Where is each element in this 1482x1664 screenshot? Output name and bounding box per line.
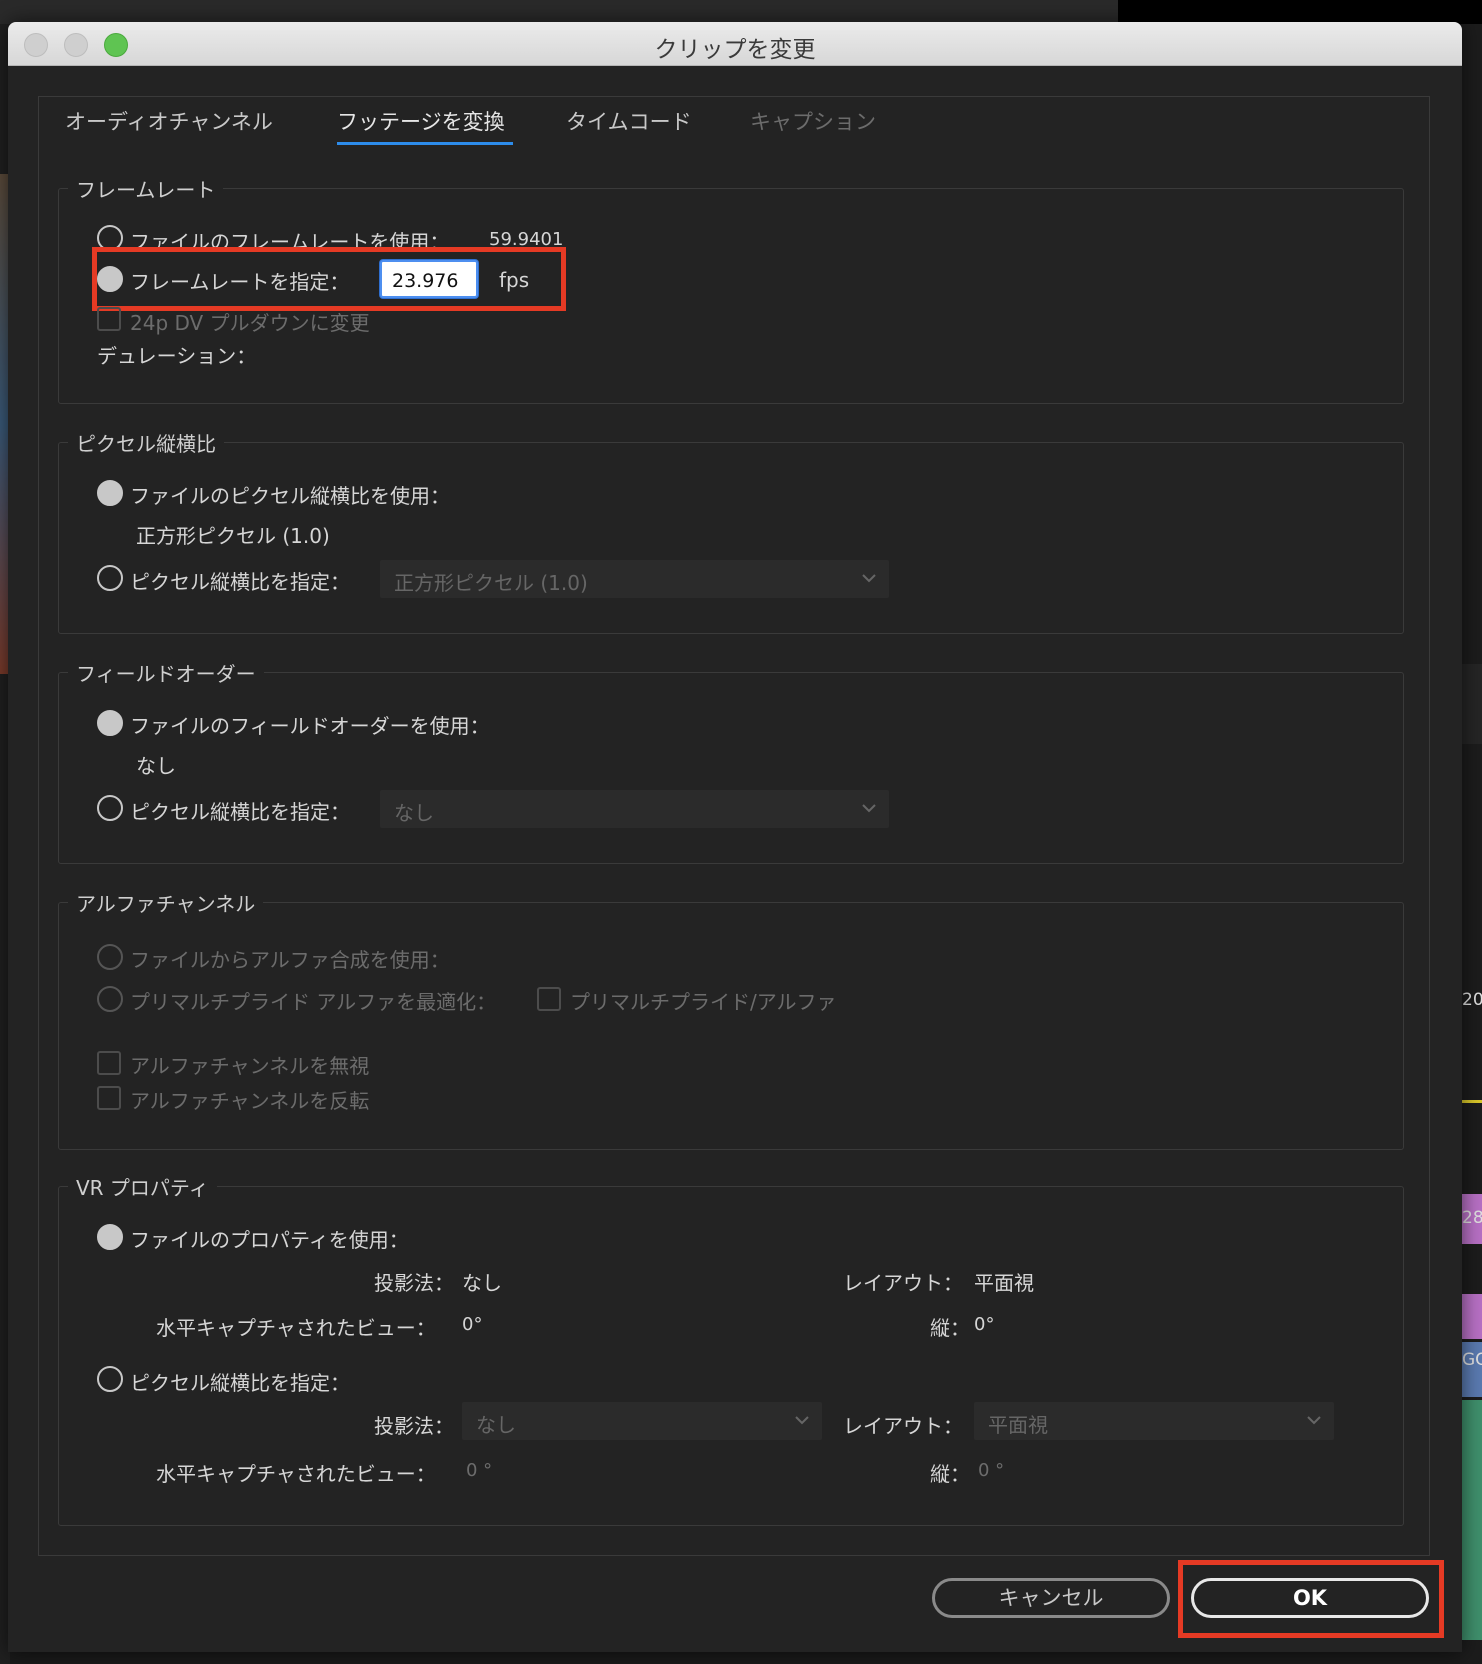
conform-layout-label: レイアウト： xyxy=(843,1414,963,1438)
pixel-aspect-select-value: 正方形ピクセル (1.0) xyxy=(394,571,588,595)
invert-alpha-label: アルファチャンネルを反転 xyxy=(130,1089,370,1113)
use-file-field-order-label: ファイルのフィールドオーダーを使用： xyxy=(130,714,490,738)
field-order-select-value: なし xyxy=(394,801,434,825)
vr-properties-title: VR プロパティ xyxy=(68,1172,217,1201)
use-file-alpha-label: ファイルからアルファ合成を使用： xyxy=(130,948,450,972)
tab-interpret-footage[interactable]: フッテージを変換 xyxy=(337,106,505,136)
field-order-select[interactable]: なし xyxy=(380,790,889,828)
field-order-group xyxy=(58,672,1404,864)
horizontal-view-label: 水平キャプチャされたビュー： xyxy=(156,1316,436,1340)
cancel-button[interactable]: キャンセル xyxy=(932,1578,1170,1618)
conform-horizontal-view-label: 水平キャプチャされたビュー： xyxy=(156,1462,436,1486)
use-file-vr-label: ファイルのプロパティを使用： xyxy=(130,1228,409,1252)
background-preview-area xyxy=(1118,0,1482,24)
background-clip-label: 28 xyxy=(1462,1208,1482,1228)
premultiplied-alpha-checkbox[interactable] xyxy=(537,987,561,1011)
background-work-area-bar xyxy=(1460,1100,1482,1103)
use-file-alpha-radio[interactable] xyxy=(97,944,123,970)
premultiplied-alpha-label: プリマルチプライド アルファを最適化： xyxy=(130,990,497,1014)
projection-select[interactable]: なし xyxy=(462,1402,822,1440)
projection-value: なし xyxy=(462,1271,502,1295)
chevron-down-icon xyxy=(862,804,876,813)
projection-select-value: なし xyxy=(476,1413,516,1437)
background-clip xyxy=(1462,1294,1482,1339)
layout-label: レイアウト： xyxy=(843,1271,963,1295)
ok-highlight xyxy=(1178,1560,1444,1638)
pixel-aspect-select[interactable]: 正方形ピクセル (1.0) xyxy=(380,560,889,598)
conform-vertical-view-label: 縦： xyxy=(930,1462,970,1486)
background-clip-label: GO xyxy=(1462,1350,1482,1370)
vertical-view-label: 縦： xyxy=(930,1316,970,1340)
conform-vertical-view-value[interactable]: 0 ° xyxy=(978,1460,1004,1481)
file-field-order-value: なし xyxy=(136,754,176,778)
dialog-title: クリップを変更 xyxy=(654,37,816,63)
layout-select[interactable]: 平面視 xyxy=(974,1402,1334,1440)
conform-field-order-label: ピクセル縦横比を指定： xyxy=(130,800,350,824)
field-order-title: フィールドオーダー xyxy=(68,658,264,687)
use-file-pixel-aspect-radio[interactable] xyxy=(97,480,123,506)
projection-label: 投影法： xyxy=(374,1271,454,1295)
ignore-alpha-label: アルファチャンネルを無視 xyxy=(130,1054,370,1078)
conform-field-order-radio[interactable] xyxy=(97,795,123,821)
conform-vr-radio[interactable] xyxy=(97,1366,123,1392)
tab-audio-channels[interactable]: オーディオチャンネル xyxy=(65,106,273,136)
use-file-pixel-aspect-label: ファイルのピクセル縦横比を使用： xyxy=(130,484,450,508)
background-timeline-edge: 20 28 GO xyxy=(1460,24,1482,1664)
vertical-view-value: 0° xyxy=(974,1314,995,1335)
ignore-alpha-checkbox[interactable] xyxy=(97,1051,121,1075)
conform-pixel-aspect-label: ピクセル縦横比を指定： xyxy=(130,570,350,594)
title-bar[interactable]: クリップを変更 xyxy=(8,22,1462,66)
layout-value: 平面視 xyxy=(974,1271,1034,1295)
active-tab-indicator xyxy=(337,142,513,145)
premultiplied-alpha-check-label: プリマルチプライド/アルファ xyxy=(570,990,837,1014)
pulldown-checkbox[interactable] xyxy=(97,307,121,331)
premultiplied-alpha-radio[interactable] xyxy=(97,986,123,1012)
pixel-aspect-title: ピクセル縦横比 xyxy=(68,428,224,457)
tab-captions[interactable]: キャプション xyxy=(750,106,876,136)
frame-rate-title: フレームレート xyxy=(68,174,224,203)
use-file-field-order-radio[interactable] xyxy=(97,710,123,736)
conform-vr-label: ピクセル縦横比を指定： xyxy=(130,1371,350,1395)
chevron-down-icon xyxy=(862,574,876,583)
background-audio-clip xyxy=(1462,1400,1482,1640)
horizontal-view-value: 0° xyxy=(462,1314,483,1335)
layout-select-value: 平面視 xyxy=(988,1413,1048,1437)
tab-timecode[interactable]: タイムコード xyxy=(566,106,692,136)
invert-alpha-checkbox[interactable] xyxy=(97,1086,121,1110)
background-panel xyxy=(1460,664,1482,744)
background-app-topbar xyxy=(0,0,1482,24)
alpha-channel-title: アルファチャンネル xyxy=(68,888,264,917)
conform-horizontal-view-value[interactable]: 0 ° xyxy=(466,1460,492,1481)
duration-label: デュレーション： xyxy=(97,344,257,368)
file-pixel-aspect-value: 正方形ピクセル (1.0) xyxy=(136,524,330,548)
chevron-down-icon xyxy=(1307,1416,1321,1425)
conform-pixel-aspect-radio[interactable] xyxy=(97,565,123,591)
frame-rate-highlight xyxy=(92,247,566,311)
pulldown-label: 24p DV プルダウンに変更 xyxy=(130,311,370,335)
background-timecode: 20 xyxy=(1462,990,1482,1010)
use-file-vr-radio[interactable] xyxy=(97,1224,123,1250)
conform-projection-label: 投影法： xyxy=(374,1414,454,1438)
chevron-down-icon xyxy=(795,1416,809,1425)
